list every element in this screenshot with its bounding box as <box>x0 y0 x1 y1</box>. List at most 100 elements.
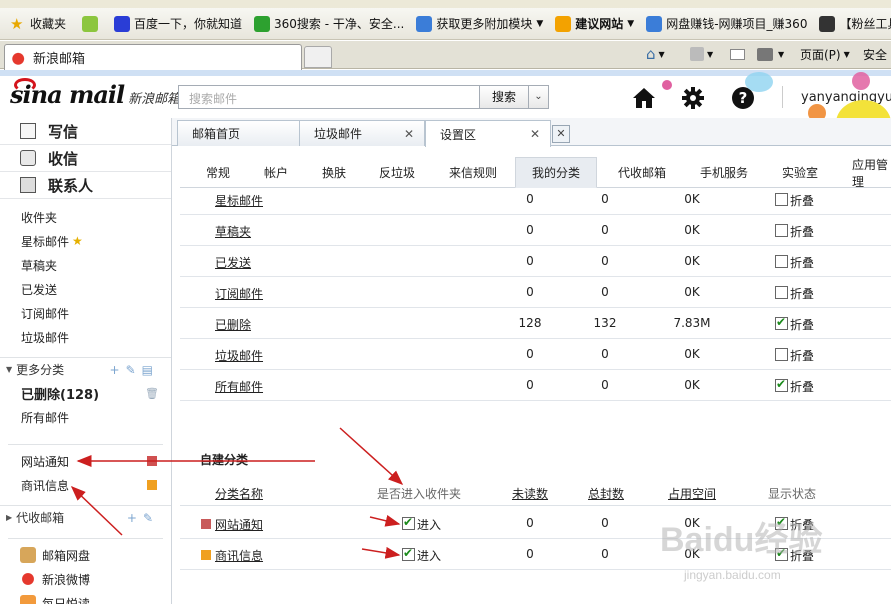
header-divider <box>782 86 783 108</box>
safety-menu[interactable]: 安全 <box>863 43 887 65</box>
dropdown-arrow-icon: ▼ <box>658 49 665 59</box>
sidebar-item-business-info[interactable]: 商讯信息 <box>0 473 171 497</box>
sidebar-item-sent[interactable]: 已发送 <box>0 277 171 301</box>
search-button[interactable]: 搜索 <box>479 85 529 109</box>
col-header-inbox: 是否进入收件夹 <box>377 487 462 501</box>
sidebar-item-subscriptions[interactable]: 订阅邮件 <box>0 301 171 325</box>
fold-checkbox[interactable] <box>775 224 788 237</box>
sidebar-item-all-mail[interactable]: 所有邮件 <box>0 405 171 429</box>
dropdown-arrow-icon: ▼ <box>536 18 544 29</box>
sidebar-item-starred[interactable]: 星标邮件 ★ <box>0 229 171 253</box>
watermark-url: jingyan.baidu.com <box>684 568 781 582</box>
page-menu[interactable]: 页面(P) ▼ <box>800 43 850 65</box>
proxy-mailbox-header[interactable]: ▶ 代收邮箱 +✎ <box>0 505 171 529</box>
tab-mail-home[interactable]: 邮箱首页 <box>177 120 303 146</box>
browser-tab-sina-mail[interactable]: 新浪邮箱 <box>4 44 302 70</box>
table-row: 已发送 0 0 0K 折叠 <box>180 246 891 277</box>
decoration-flower <box>852 72 870 90</box>
category-color-swatch <box>201 519 211 529</box>
sidebar-item-inbox[interactable]: 收件夹 <box>0 205 171 229</box>
fold-checkbox[interactable] <box>775 255 788 268</box>
proxy-tools[interactable]: +✎ <box>127 511 159 525</box>
suggest-icon <box>555 15 572 32</box>
sidebar-item-spam[interactable]: 垃圾邮件 <box>0 325 171 349</box>
header-divider <box>180 505 891 506</box>
favorites-button[interactable]: ★ 收藏夹 <box>4 12 72 36</box>
fav-suggest-link[interactable]: 建议网站 ▼ <box>549 12 640 36</box>
tab-settings[interactable]: 设置区 ✕ <box>425 120 551 147</box>
fav-baidu-link[interactable]: 百度一下，你就知道 <box>108 12 248 36</box>
col-header-total[interactable]: 总封数 <box>588 485 624 502</box>
fav-add-button[interactable] <box>76 12 108 36</box>
weibo-icon <box>11 49 27 66</box>
sidebar-item-drafts[interactable]: 草稿夹 <box>0 253 171 277</box>
fold-checkbox[interactable] <box>775 286 788 299</box>
fav-addons-link[interactable]: 获取更多附加模块 ▼ <box>410 12 549 36</box>
fold-checkbox[interactable] <box>775 348 788 361</box>
new-tab-button[interactable] <box>304 46 332 68</box>
category-color-swatch <box>147 456 157 466</box>
close-all-tabs-button[interactable]: ✕ <box>552 125 570 143</box>
dropdown-arrow-icon: ▼ <box>627 18 635 29</box>
home-command[interactable]: ⌂ ▼ <box>646 43 665 65</box>
enter-inbox-checkbox[interactable] <box>402 515 415 530</box>
baidu-icon <box>114 15 131 32</box>
category-tools[interactable]: +✎▤ <box>110 363 159 377</box>
search-options-dropdown[interactable]: ⌄ <box>528 85 549 109</box>
360-icon <box>254 15 271 32</box>
netdisk-icon <box>20 547 36 563</box>
mail-icon <box>730 48 745 60</box>
baidu-jingyan-watermark: Baidu经验 <box>660 521 823 559</box>
feeds-command[interactable]: ▼ <box>690 43 713 65</box>
sidebar-item-site-notice[interactable]: 网站通知 <box>0 449 171 473</box>
gear-icon[interactable] <box>681 86 705 110</box>
tab-spam[interactable]: 垃圾邮件 ✕ <box>299 120 425 146</box>
close-icon[interactable]: ✕ <box>404 127 414 141</box>
star-icon: ★ <box>10 14 24 33</box>
close-icon: ✕ <box>556 127 566 140</box>
decoration-flower <box>745 72 773 92</box>
col-header-name[interactable]: 分类名称 <box>215 485 263 502</box>
trash-icon[interactable]: 🗑 <box>145 387 159 400</box>
contacts-icon <box>20 177 36 193</box>
add-favorite-icon <box>82 15 99 32</box>
dropdown-arrow-icon: ▼ <box>707 49 714 59</box>
fav-tool-link[interactable]: 【粉丝工具 <box>813 12 891 36</box>
divider <box>8 529 163 539</box>
sina-eye-logo-icon <box>14 78 36 92</box>
sina-mail-logo[interactable]: sina mail 新浪邮箱 <box>10 78 180 110</box>
sidebar-item-deleted[interactable]: 已删除(128) 🗑 <box>0 381 171 405</box>
app-weibo[interactable]: 新浪微博 <box>0 567 171 591</box>
print-command[interactable]: ▼ <box>757 43 784 65</box>
sidebar: 写信 收信 联系人 收件夹 星标邮件 ★ 草稿夹 已发送 订阅邮件 垃圾邮件 ▼ … <box>0 118 172 604</box>
fold-checkbox[interactable] <box>775 315 788 330</box>
fav-netdisk-link[interactable]: 网盘赚钱-网赚项目_赚360 <box>640 12 813 36</box>
weibo-icon <box>20 571 36 587</box>
mail-search-input[interactable]: 搜索邮件 <box>178 85 480 109</box>
home-icon[interactable] <box>632 86 656 110</box>
fold-checkbox[interactable] <box>775 377 788 392</box>
contacts-button[interactable]: 联系人 <box>0 172 171 199</box>
app-daily-reading[interactable]: 每日悦读 <box>0 591 171 604</box>
tool-icon <box>819 15 836 32</box>
category-color-swatch <box>147 480 157 490</box>
divider <box>8 429 163 445</box>
printer-icon <box>757 47 773 61</box>
ie-icon <box>646 15 663 32</box>
mail-command[interactable] <box>730 43 745 65</box>
app-netdisk[interactable]: 邮箱网盘 <box>0 543 171 567</box>
star-icon: ★ <box>72 234 83 248</box>
rss-icon <box>690 47 704 61</box>
compose-icon <box>20 123 36 139</box>
close-icon[interactable]: ✕ <box>530 127 540 141</box>
fold-checkbox[interactable] <box>775 193 788 206</box>
dropdown-arrow-icon: ▼ <box>843 49 850 59</box>
enter-inbox-checkbox[interactable] <box>402 546 415 561</box>
col-header-size[interactable]: 占用空间 <box>668 485 716 502</box>
col-header-unread[interactable]: 未读数 <box>512 485 548 502</box>
fav-360-link[interactable]: 360搜索 - 干净、安全... <box>248 12 410 36</box>
compose-button[interactable]: 写信 <box>0 118 171 145</box>
table-row: 订阅邮件 0 0 0K 折叠 <box>180 277 891 308</box>
more-categories-header[interactable]: ▼ 更多分类 +✎▤ <box>0 357 171 381</box>
receive-button[interactable]: 收信 <box>0 145 171 172</box>
